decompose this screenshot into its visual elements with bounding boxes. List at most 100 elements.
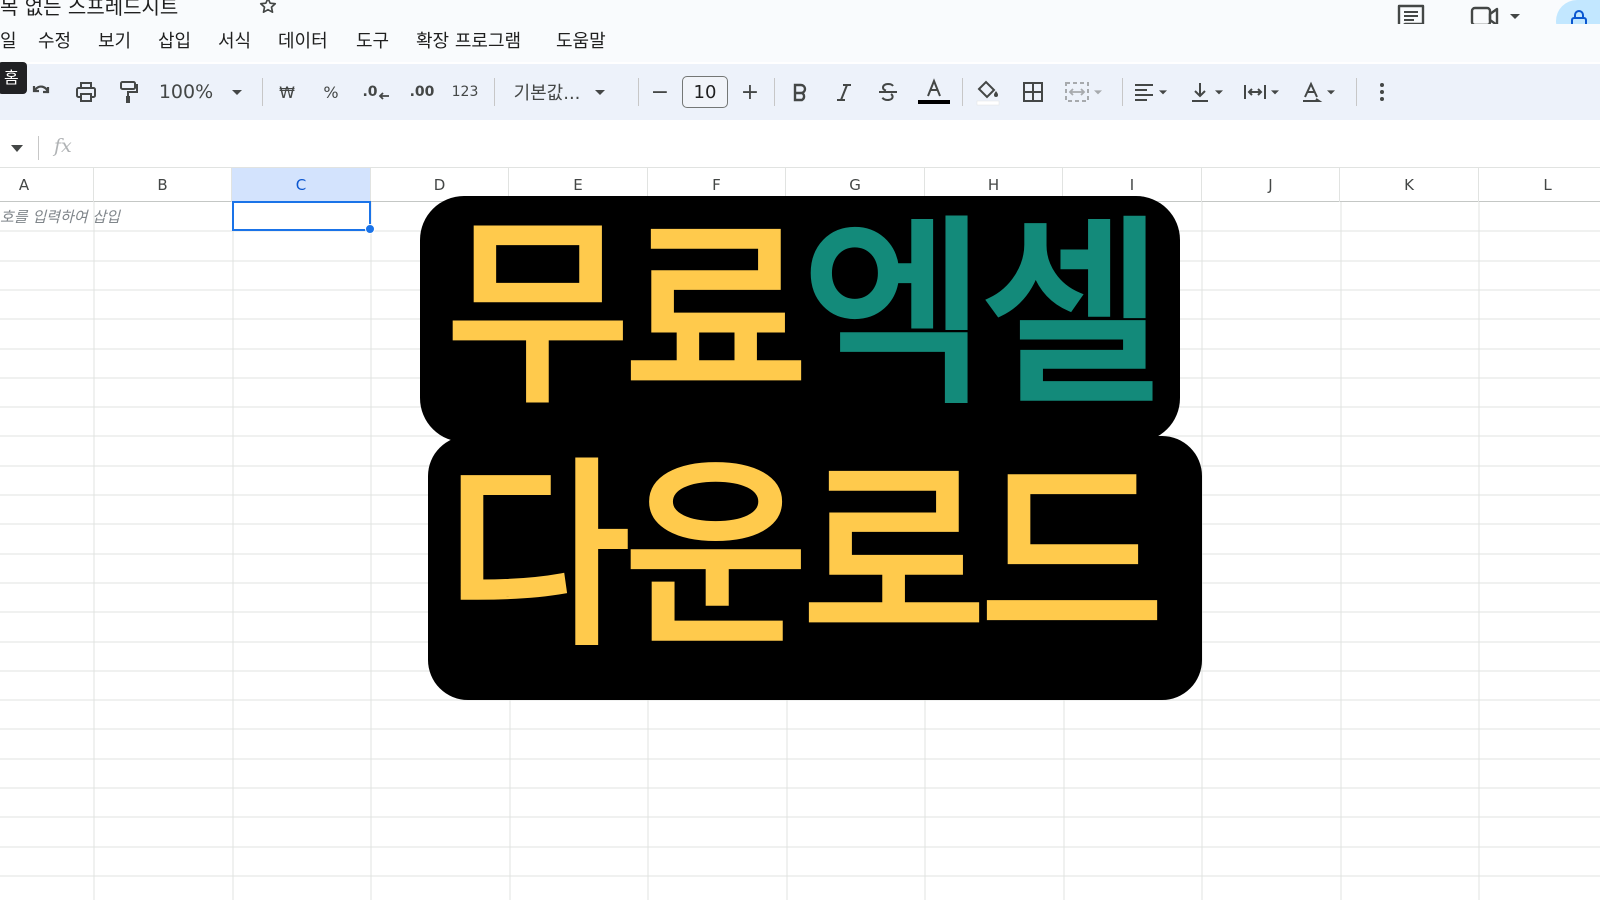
menu-tools[interactable]: 도구 bbox=[356, 27, 389, 53]
toolbar-divider bbox=[494, 78, 495, 106]
paint-format-button[interactable] bbox=[116, 64, 142, 120]
fill-color-icon bbox=[976, 80, 1000, 106]
strikethrough-icon bbox=[879, 82, 897, 102]
tooltip: 홈 bbox=[0, 62, 27, 94]
italic-icon bbox=[837, 84, 851, 101]
more-icon bbox=[1380, 83, 1384, 101]
star-icon[interactable] bbox=[258, 0, 278, 16]
menu-bar: 일 수정 보기 삽입 서식 데이터 도구 확장 프로그램 도움말 bbox=[0, 24, 1600, 62]
menu-view[interactable]: 보기 bbox=[98, 27, 131, 53]
arrow-left-icon bbox=[378, 92, 389, 100]
paint-format-icon bbox=[120, 81, 138, 103]
menu-file[interactable]: 일 bbox=[0, 27, 17, 53]
increase-font-size-label: + bbox=[740, 79, 760, 105]
menu-format[interactable]: 서식 bbox=[218, 27, 251, 53]
column-header[interactable]: J bbox=[1202, 168, 1340, 202]
italic-button[interactable] bbox=[830, 64, 858, 120]
decrease-font-size-button[interactable]: − bbox=[648, 64, 672, 120]
fx-icon: fx bbox=[54, 135, 72, 157]
chevron-down-icon bbox=[595, 90, 606, 95]
toolbar-divider bbox=[262, 78, 263, 106]
fill-color-button[interactable] bbox=[972, 64, 1004, 120]
chevron-down-icon bbox=[1215, 90, 1223, 95]
align-icon bbox=[1135, 84, 1153, 101]
toolbar-divider bbox=[1356, 78, 1357, 106]
horizontal-align-button[interactable] bbox=[1130, 64, 1174, 120]
decrease-font-size-label: − bbox=[650, 79, 670, 105]
share-button[interactable] bbox=[1556, 0, 1600, 24]
strikethrough-button[interactable] bbox=[874, 64, 902, 120]
menu-extensions[interactable]: 확장 프로그램 bbox=[416, 27, 521, 53]
formula-bar: fx bbox=[0, 128, 1600, 168]
decrease-decimal-button[interactable]: .0 bbox=[358, 64, 394, 120]
menu-help[interactable]: 도움말 bbox=[556, 27, 606, 53]
chevron-down-icon bbox=[1094, 90, 1102, 95]
column-header[interactable]: B bbox=[94, 168, 232, 202]
vertical-align-button[interactable] bbox=[1186, 64, 1230, 120]
bold-icon bbox=[793, 83, 807, 102]
title-bar: 목 없는 스프레드시트 bbox=[0, 0, 1600, 24]
increase-font-size-button[interactable]: + bbox=[738, 64, 762, 120]
comments-icon[interactable] bbox=[1396, 4, 1426, 24]
zoom-value: 100% bbox=[158, 81, 214, 103]
toolbar-divider bbox=[962, 78, 963, 106]
cell-hint-text: 호를 입력하여 삽입 bbox=[0, 208, 120, 226]
zoom-select[interactable]: 100% bbox=[158, 64, 248, 120]
number-format-button[interactable]: 123 bbox=[448, 64, 482, 120]
menu-insert[interactable]: 삽입 bbox=[158, 27, 191, 53]
active-cell-C8[interactable] bbox=[232, 201, 371, 231]
promo-banner: 무료엑셀 다운로드 bbox=[420, 190, 1202, 710]
currency-format-button[interactable]: ₩ bbox=[272, 64, 302, 120]
column-header[interactable]: L bbox=[1479, 168, 1600, 202]
currency-symbol: ₩ bbox=[279, 82, 295, 102]
banner-word-excel: 엑셀 bbox=[802, 199, 1164, 432]
document-title[interactable]: 목 없는 스프레드시트 bbox=[0, 0, 178, 20]
toolbar: 100% ₩ % .0 .00 123 기본값... − 10 + bbox=[0, 64, 1600, 120]
menu-edit[interactable]: 수정 bbox=[38, 27, 71, 53]
fill-handle[interactable] bbox=[365, 224, 375, 234]
print-button[interactable] bbox=[72, 64, 100, 120]
chevron-down-icon bbox=[1327, 90, 1335, 95]
toolbar-divider bbox=[774, 78, 775, 106]
toolbar-divider bbox=[1122, 78, 1123, 106]
text-rotation-icon bbox=[1303, 81, 1323, 102]
text-color-icon bbox=[918, 78, 950, 104]
banner-word-free: 무료 bbox=[446, 199, 808, 432]
formula-bar-divider bbox=[38, 136, 39, 160]
banner-line-2: 다운로드 bbox=[446, 441, 1164, 674]
column-header[interactable]: A bbox=[0, 168, 94, 202]
lock-icon bbox=[1571, 10, 1587, 24]
chevron-down-icon bbox=[1271, 90, 1279, 95]
text-wrap-button[interactable] bbox=[1240, 64, 1286, 120]
percent-symbol: % bbox=[323, 82, 339, 102]
redo-button[interactable] bbox=[28, 64, 54, 120]
redo-icon bbox=[32, 85, 50, 94]
font-family-select[interactable]: 기본값... bbox=[506, 64, 618, 120]
font-size-input[interactable]: 10 bbox=[682, 76, 728, 108]
text-color-button[interactable] bbox=[916, 64, 952, 120]
merge-cells-icon bbox=[1065, 82, 1089, 102]
bold-button[interactable] bbox=[786, 64, 814, 120]
meet-icon[interactable] bbox=[1470, 4, 1524, 24]
chevron-down-icon[interactable] bbox=[10, 144, 24, 154]
menu-data[interactable]: 데이터 bbox=[278, 27, 328, 53]
more-options-button[interactable] bbox=[1370, 64, 1394, 120]
vertical-align-icon bbox=[1192, 83, 1208, 102]
toolbar-divider bbox=[638, 78, 639, 106]
number-format-label: 123 bbox=[451, 84, 479, 100]
chevron-down-icon bbox=[1159, 90, 1167, 95]
column-header-selected[interactable]: C bbox=[232, 168, 371, 202]
font-family-value: 기본값... bbox=[513, 83, 581, 104]
borders-icon bbox=[1023, 82, 1043, 102]
merge-cells-button[interactable] bbox=[1060, 64, 1110, 120]
print-icon bbox=[76, 82, 96, 102]
increase-decimal-label: .00 bbox=[409, 84, 435, 100]
text-rotation-button[interactable] bbox=[1298, 64, 1342, 120]
borders-button[interactable] bbox=[1018, 64, 1048, 120]
text-wrap-icon bbox=[1244, 85, 1266, 99]
percent-format-button[interactable]: % bbox=[316, 64, 346, 120]
banner-line-1: 무료엑셀 bbox=[446, 216, 1164, 416]
column-header[interactable]: K bbox=[1340, 168, 1479, 202]
chevron-down-icon bbox=[232, 90, 243, 95]
increase-decimal-button[interactable]: .00 bbox=[402, 64, 442, 120]
